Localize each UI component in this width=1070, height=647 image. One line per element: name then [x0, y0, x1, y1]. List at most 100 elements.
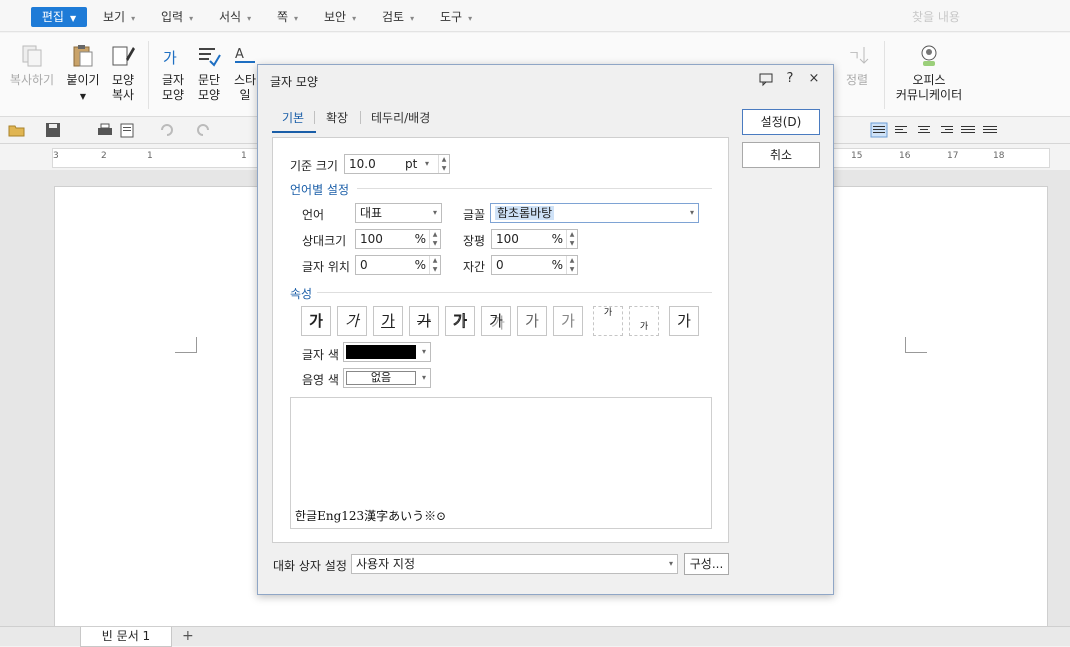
configure-button[interactable]: 구성... — [684, 553, 729, 575]
spinner-icon[interactable]: ▲ ▼ — [566, 256, 577, 274]
communicator-icon — [921, 45, 937, 66]
redo-icon[interactable] — [194, 122, 212, 138]
ruler-tick: 16 — [899, 151, 911, 161]
style-icon: A — [235, 47, 255, 63]
menu-page-label: 쪽 — [277, 10, 289, 24]
font-select[interactable]: 함초롬바탕 ▾ — [490, 203, 699, 223]
align-split-icon[interactable] — [981, 122, 999, 138]
width-field[interactable]: 100 % ▲ ▼ — [491, 229, 578, 249]
shadow-button[interactable]: 가 — [481, 306, 511, 336]
rel-size-field[interactable]: 100 % ▲ ▼ — [355, 229, 441, 249]
menu-tools[interactable]: 도구 ▾ — [440, 7, 472, 27]
menu-view[interactable]: 보기 ▾ — [103, 7, 135, 27]
lang-section-title: 언어별 설정 — [290, 183, 350, 197]
italic-glyph: 가 — [345, 312, 359, 330]
italic-button[interactable]: 가 — [337, 306, 367, 336]
menu-page[interactable]: 쪽 ▾ — [277, 7, 298, 27]
para-shape-button[interactable]: 문단 모양 — [193, 43, 225, 103]
copy-button[interactable]: 복사하기 — [8, 43, 56, 88]
percent-unit: % — [414, 258, 426, 272]
base-size-label: 기준 크기 — [290, 159, 338, 173]
align-center-icon[interactable] — [915, 122, 933, 138]
comment-icon[interactable] — [758, 71, 774, 87]
char-shape-button[interactable]: 가 글자 모양 — [157, 43, 189, 103]
menu-insert[interactable]: 입력 ▾ — [161, 7, 193, 27]
underline-button[interactable]: 가 — [373, 306, 403, 336]
align-distribute-icon[interactable] — [959, 122, 977, 138]
format-painter-icon — [112, 46, 135, 66]
para-shape-label-1: 문단 — [197, 73, 221, 87]
spacing-field[interactable]: 0 % ▲ ▼ — [491, 255, 578, 275]
preview-text: 한글Eng123漢字あいう※⊙ — [295, 509, 447, 523]
section-divider — [357, 188, 712, 189]
cancel-button[interactable]: 취소 — [742, 142, 820, 168]
bold-button[interactable]: 가 — [301, 306, 331, 336]
menu-edit[interactable]: 편집 ▼ — [31, 7, 87, 27]
normal-glyph: 가 — [677, 312, 691, 330]
align-right-icon[interactable] — [937, 122, 955, 138]
engrave-button[interactable]: 가 — [553, 306, 583, 336]
ok-button[interactable]: 설정(D) — [742, 109, 820, 135]
paste-button[interactable]: 붙이기 ▼ — [64, 43, 102, 104]
ribbon-divider — [148, 41, 149, 109]
tab-border-background[interactable]: 테두리/배경 — [371, 109, 430, 126]
lang-select[interactable]: 대표 ▾ — [355, 203, 442, 223]
subscript-button[interactable]: 가 — [629, 306, 659, 336]
menu-format-label: 서식 — [219, 10, 242, 24]
find-input[interactable]: 찾을 내용 — [912, 8, 960, 25]
para-shape-label-2: 모양 — [197, 88, 221, 102]
font-label: 글꼴 — [463, 208, 486, 222]
office-communicator-button[interactable]: 오피스 커뮤니케이터 — [893, 43, 965, 103]
style-button[interactable]: A 스타일 — [230, 43, 260, 103]
normal-button[interactable]: 가 — [669, 306, 699, 336]
dialog-setting-select[interactable]: 사용자 지정 ▾ — [351, 554, 678, 574]
strikethrough-glyph: 가 — [417, 312, 431, 330]
spinner-icon[interactable]: ▲ ▼ — [429, 230, 440, 248]
position-field[interactable]: 0 % ▲ ▼ — [355, 255, 441, 275]
undo-icon[interactable] — [158, 122, 176, 138]
outline-button[interactable]: 가 — [445, 306, 475, 336]
strikethrough-button[interactable]: 가 — [409, 306, 439, 336]
ruler-tick: 3 — [53, 151, 59, 161]
font-value: 함초롬바탕 — [495, 206, 555, 220]
tab-basic[interactable]: 기본 — [282, 109, 304, 126]
spinner-icon[interactable]: ▲ ▼ — [566, 230, 577, 248]
document-tab[interactable]: 빈 문서 1 — [80, 627, 172, 647]
align-justify-icon[interactable] — [870, 122, 888, 138]
engrave-glyph: 가 — [561, 312, 575, 330]
print-icon[interactable] — [96, 122, 114, 138]
spinner-icon[interactable]: ▲ ▼ — [438, 155, 449, 173]
preview-icon[interactable] — [118, 122, 136, 138]
dialog-titlebar[interactable]: 글자 모양 ? × — [258, 65, 833, 95]
align-left-icon[interactable] — [893, 122, 911, 138]
spacing-label: 자간 — [463, 260, 486, 274]
text-color-picker[interactable]: ▾ — [343, 342, 431, 362]
tab-extended[interactable]: 확장 — [326, 109, 348, 126]
dialog-setting-label: 대화 상자 설정 — [273, 559, 347, 573]
rel-size-label: 상대크기 — [302, 234, 347, 248]
save-icon[interactable] — [44, 122, 62, 138]
menu-security[interactable]: 보안 ▾ — [324, 7, 356, 27]
shape-copy-button[interactable]: 모양 복사 — [107, 43, 139, 103]
close-button[interactable]: × — [806, 71, 822, 87]
superscript-button[interactable]: 가 — [593, 306, 623, 336]
menu-edit-label: 편집 — [41, 10, 64, 24]
open-folder-icon[interactable] — [8, 122, 26, 138]
menu-review[interactable]: 검토 ▾ — [382, 7, 414, 27]
position-value: 0 — [360, 258, 368, 272]
menu-format[interactable]: 서식 ▾ — [219, 7, 251, 27]
rel-size-value: 100 — [360, 232, 383, 246]
svg-text:ㄱ: ㄱ — [848, 49, 860, 64]
base-size-field[interactable]: 10.0 pt ▾ ▲ ▼ — [344, 154, 450, 174]
add-tab-icon[interactable]: + — [182, 628, 194, 644]
shade-color-picker[interactable]: 없음 ▾ — [343, 368, 431, 388]
ruler-tick: 18 — [993, 151, 1005, 161]
emboss-button[interactable]: 가 — [517, 306, 547, 336]
help-button[interactable]: ? — [782, 71, 798, 87]
percent-unit: % — [414, 232, 426, 246]
chevron-down-icon: ▾ — [410, 14, 415, 23]
spinner-icon[interactable]: ▲ ▼ — [429, 256, 440, 274]
ribbon-divider — [884, 41, 885, 109]
subscript-glyph: 가 — [639, 322, 649, 332]
sort-button[interactable]: ㄱ 정렬 — [838, 43, 876, 88]
